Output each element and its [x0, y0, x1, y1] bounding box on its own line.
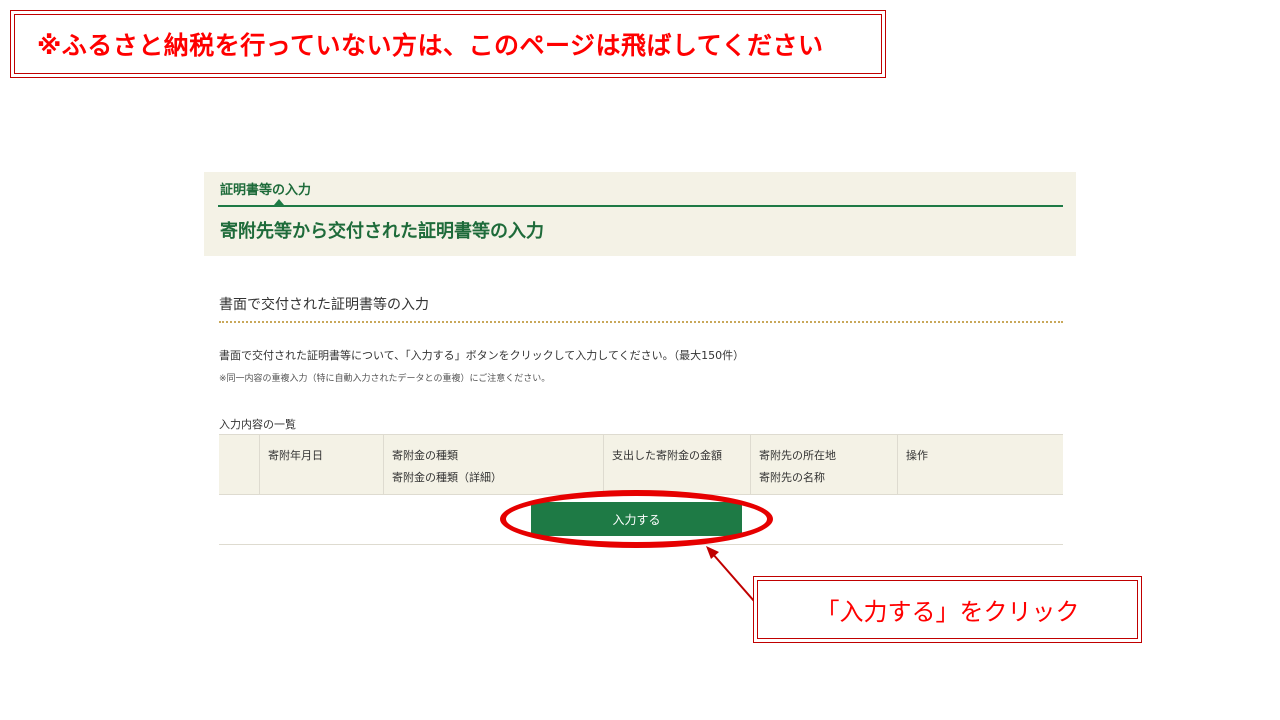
section-description: 書面で交付された証明書等について、「入力する」ボタンをクリックして入力してくださ… [219, 349, 745, 362]
table-header-cell-index [219, 435, 260, 494]
callout-inner: 「入力する」をクリック [757, 580, 1138, 639]
duplicate-warning-note: ※同一内容の重複入力（特に自動入力されたデータとの重複）にご注意ください。 [219, 374, 551, 384]
page-header: 証明書等の入力 寄附先等から交付された証明書等の入力 [204, 172, 1076, 256]
warning-note-box: ※ふるさと納税を行っていない方は、このページは飛ばしてください [10, 10, 886, 78]
list-caption: 入力内容の一覧 [219, 418, 296, 431]
section-divider [219, 321, 1063, 323]
warning-note-text: ※ふるさと納税を行っていない方は、このページは飛ばしてください [37, 31, 824, 60]
header-label-type: 寄附金の種類 [392, 449, 458, 462]
header-label-address: 寄附先の所在地 [759, 449, 836, 462]
header-label-recipient-name: 寄附先の名称 [759, 471, 825, 484]
bottom-divider [219, 544, 1063, 545]
header-label-amount: 支出した寄附金の金額 [612, 449, 722, 462]
table-header-cell-amount: 支出した寄附金の金額 [604, 435, 751, 494]
header-label-date: 寄附年月日 [268, 449, 323, 462]
section-heading: 書面で交付された証明書等の入力 [219, 297, 429, 313]
table-header-cell-recipient: 寄附先の所在地 寄附先の名称 [751, 435, 898, 494]
table-header-cell-date: 寄附年月日 [260, 435, 384, 494]
entry-table-header: 寄附年月日 寄附金の種類 寄附金の種類（詳細） 支出した寄附金の金額 寄附先の所… [219, 434, 1063, 495]
page-title: 寄附先等から交付された証明書等の入力 [220, 221, 544, 242]
callout-text: 「入力する」をクリック [815, 598, 1080, 626]
table-header-cell-actions: 操作 [898, 435, 1063, 494]
table-header-cell-type: 寄附金の種類 寄附金の種類（詳細） [384, 435, 604, 494]
header-label-type-detail: 寄附金の種類（詳細） [392, 471, 502, 484]
header-divider [218, 205, 1063, 207]
warning-note-inner: ※ふるさと納税を行っていない方は、このページは飛ばしてください [14, 14, 882, 74]
breadcrumb: 証明書等の入力 [220, 183, 312, 198]
input-button[interactable]: 入力する [531, 502, 742, 536]
header-label-actions: 操作 [906, 449, 928, 462]
callout-box: 「入力する」をクリック [753, 576, 1142, 643]
